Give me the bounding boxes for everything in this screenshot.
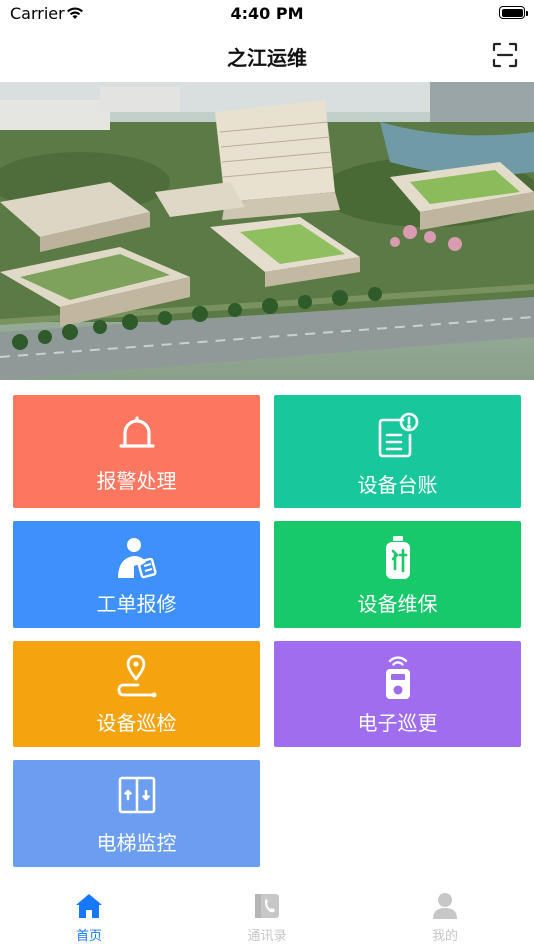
page-title: 之江运维 — [227, 46, 307, 70]
tab-contacts[interactable]: 通讯录 — [178, 880, 356, 950]
tab-contacts-label: 通讯录 — [247, 929, 287, 944]
document-alert-icon — [375, 411, 421, 463]
contacts-icon — [253, 892, 281, 924]
equipment-inspection-label: 设备巡检 — [96, 711, 177, 735]
equipment-ledger-label: 设备台账 — [357, 473, 438, 497]
maintenance-tools-icon — [383, 535, 413, 585]
work-order-repair-tile[interactable]: 工单报修 — [13, 521, 260, 628]
battery-icon — [499, 6, 528, 19]
tab-profile[interactable]: 我的 — [356, 880, 534, 950]
navigation-bar: 之江运维 — [0, 30, 534, 82]
tab-home-label: 首页 — [75, 929, 102, 944]
alarm-handling-tile[interactable]: 报警处理 — [13, 395, 260, 508]
patrol-device-icon — [381, 653, 415, 705]
status-bar: Carrier 4:40 PM — [0, 0, 534, 30]
campus-banner — [0, 82, 534, 380]
tab-home[interactable]: 首页 — [0, 880, 178, 950]
profile-icon — [431, 892, 459, 924]
equipment-ledger-tile[interactable]: 设备台账 — [274, 395, 521, 508]
equipment-maintenance-label: 设备维保 — [357, 592, 438, 616]
tab-bar: 首页 通讯录 我的 — [0, 880, 534, 950]
tab-profile-label: 我的 — [431, 929, 458, 944]
elevator-monitoring-label: 电梯监控 — [96, 831, 177, 855]
equipment-maintenance-tile[interactable]: 设备维保 — [274, 521, 521, 628]
elevator-monitoring-tile[interactable]: 电梯监控 — [13, 760, 260, 867]
campus-aerial-illustration — [0, 82, 534, 380]
electronic-patrol-tile[interactable]: 电子巡更 — [274, 641, 521, 747]
alarm-handling-label: 报警处理 — [96, 469, 177, 493]
electronic-patrol-label: 电子巡更 — [357, 711, 438, 735]
elevator-icon — [117, 775, 157, 819]
scan-icon — [492, 42, 518, 68]
equipment-inspection-tile[interactable]: 设备巡检 — [13, 641, 260, 747]
location-route-icon — [114, 654, 160, 705]
clock: 4:40 PM — [230, 4, 304, 23]
worker-repair-icon — [114, 536, 160, 584]
home-icon — [74, 892, 104, 924]
work-order-repair-label: 工单报修 — [96, 592, 177, 616]
bell-icon — [115, 413, 159, 461]
scan-button[interactable] — [492, 42, 518, 68]
